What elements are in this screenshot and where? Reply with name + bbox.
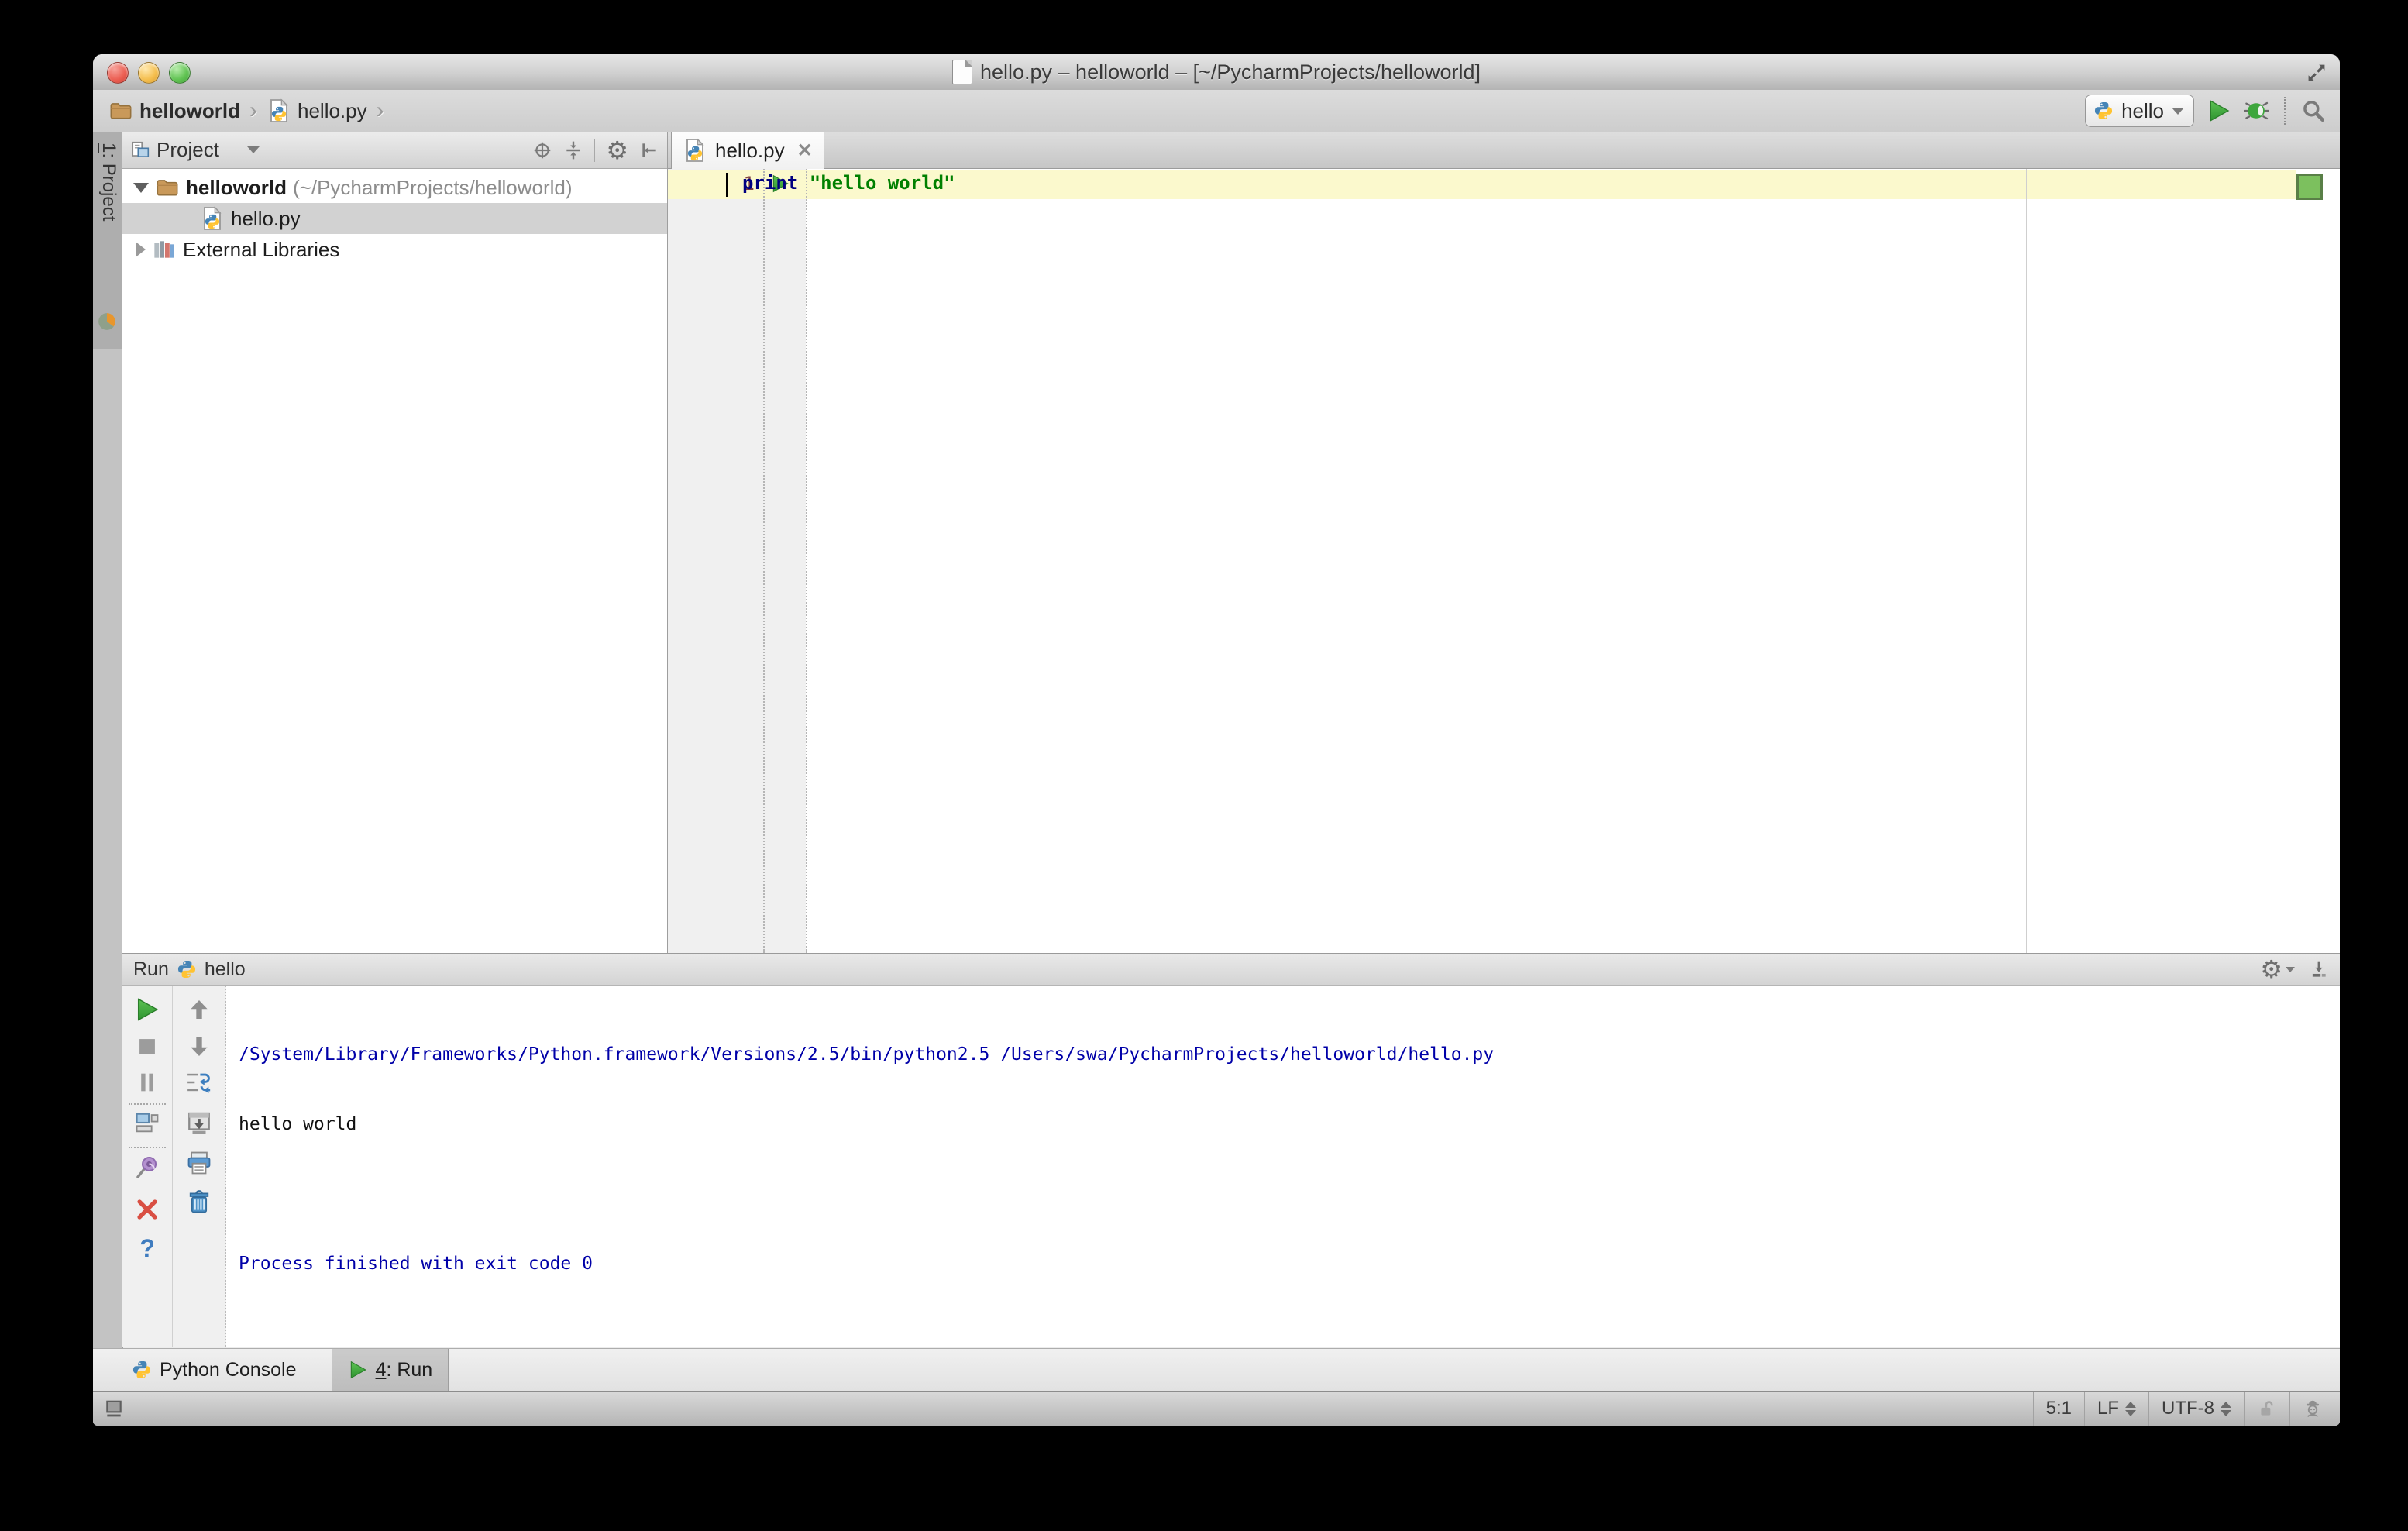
- project-stripe-label: 1: Project: [98, 143, 119, 222]
- tree-item-helloworld[interactable]: helloworld (~/PycharmProjects/helloworld…: [122, 172, 667, 203]
- prev-occurrence-button[interactable]: [186, 996, 212, 1023]
- search-button[interactable]: [2301, 98, 2326, 123]
- settings-gear-button[interactable]: ⚙: [2260, 957, 2282, 982]
- tree-item-hello-py[interactable]: hello.py: [122, 203, 667, 234]
- chevron-right-icon: ›: [249, 98, 257, 123]
- editor-area[interactable]: hello.py ✕ 1 print "hello world": [668, 132, 2340, 953]
- breadcrumb: helloworld › hello.py ›: [93, 98, 387, 124]
- library-icon: [152, 237, 177, 262]
- run-configuration-selector[interactable]: hello: [2085, 95, 2194, 127]
- run-config-name: hello: [204, 958, 246, 980]
- scroll-to-end-button[interactable]: [186, 1110, 212, 1136]
- run-tab[interactable]: 4: Run: [331, 1349, 449, 1391]
- show-console-button[interactable]: [134, 1110, 160, 1136]
- run-icon: [348, 1360, 368, 1380]
- project-tree: helloworld (~/PycharmProjects/helloworld…: [122, 172, 667, 265]
- fullscreen-icon[interactable]: [2304, 60, 2329, 85]
- breadcrumb-file[interactable]: hello.py: [298, 99, 367, 123]
- hide-toolwindow-button[interactable]: [2309, 959, 2329, 979]
- project-panel: Project ⚙ helloworld (~/PycharmProjects/…: [122, 132, 668, 953]
- debug-button[interactable]: [2244, 98, 2269, 123]
- python-file-icon: [267, 98, 291, 123]
- python-console-tab[interactable]: Python Console: [116, 1349, 312, 1391]
- folder-icon: [108, 98, 133, 123]
- left-toolwindow-stripe: 1: Project: [93, 132, 123, 1348]
- run-configuration-label: hello: [2121, 98, 2164, 122]
- titlebar[interactable]: hello.py – helloworld – [~/PycharmProjec…: [93, 54, 2340, 91]
- python-icon: [177, 959, 197, 979]
- locate-file-button[interactable]: [532, 140, 552, 160]
- python-file-icon: [200, 206, 225, 231]
- unlocked-icon: [2257, 1399, 2277, 1419]
- toolbar-separator: [2284, 97, 2286, 125]
- breadcrumb-project[interactable]: helloworld: [139, 99, 240, 123]
- stepper-icon: [2125, 1401, 2136, 1416]
- help-button[interactable]: ?: [134, 1234, 160, 1262]
- stepper-icon: [2221, 1401, 2231, 1416]
- run-button[interactable]: [2207, 98, 2231, 123]
- close-tab-icon[interactable]: ✕: [797, 139, 813, 162]
- chevron-down-icon: [2286, 966, 2295, 972]
- soft-wrap-button[interactable]: [186, 1069, 212, 1096]
- stop-button[interactable]: [134, 1034, 160, 1060]
- hector-icon: [2303, 1399, 2323, 1419]
- console-line: hello world: [239, 1114, 357, 1134]
- pause-output-button[interactable]: [134, 1069, 160, 1096]
- close-console-button[interactable]: [134, 1196, 160, 1223]
- line-separator-widget[interactable]: LF: [2083, 1392, 2148, 1426]
- project-view-icon: [130, 140, 150, 160]
- print-button[interactable]: [186, 1150, 212, 1176]
- tab-hello-py[interactable]: hello.py ✕: [671, 132, 824, 169]
- encoding-widget[interactable]: UTF-8: [2148, 1392, 2244, 1426]
- editor-tabbar: hello.py ✕: [668, 132, 2340, 169]
- code-line[interactable]: print "hello world": [742, 172, 955, 194]
- project-toolwindow-icon: [97, 311, 117, 332]
- code-string: "hello world": [809, 172, 955, 194]
- project-stripe-button[interactable]: 1: Project: [93, 132, 122, 349]
- inspections-profile-widget[interactable]: [2289, 1392, 2340, 1426]
- editor-gutter: [668, 169, 806, 953]
- inspection-status-indicator[interactable]: [2296, 174, 2323, 200]
- run-toolwindow-header[interactable]: Run hello ⚙: [122, 953, 2340, 986]
- hide-panel-button[interactable]: [639, 140, 659, 160]
- console-toolbar: ?: [122, 986, 226, 1347]
- next-occurrence-button[interactable]: [186, 1034, 212, 1060]
- text-caret: [726, 173, 728, 197]
- chevron-down-icon: [2172, 107, 2184, 115]
- console-line: Process finished with exit code 0: [239, 1254, 593, 1274]
- chevron-right-icon: ›: [376, 98, 384, 123]
- caret-position-widget[interactable]: 5:1: [2032, 1392, 2084, 1426]
- right-margin-guide: [2026, 169, 2027, 953]
- python-file-icon: [683, 138, 707, 163]
- chevron-down-icon[interactable]: [246, 146, 260, 153]
- status-bar: 5:1 LF UTF-8: [93, 1391, 2340, 1426]
- clear-console-button[interactable]: [186, 1189, 212, 1215]
- python-console-icon: [132, 1360, 152, 1380]
- navigation-bar: helloworld › hello.py › hello: [93, 90, 2340, 132]
- run-console: ? /System/Library/Frameworks/Python.fram…: [122, 986, 2340, 1347]
- rerun-button[interactable]: [134, 996, 160, 1023]
- run-toolwindow-title: Run: [133, 958, 169, 980]
- document-icon: [951, 60, 972, 84]
- window-title: hello.py – helloworld – [~/PycharmProjec…: [979, 60, 1481, 84]
- tree-item-external-libraries[interactable]: External Libraries: [122, 234, 667, 265]
- toolwindow-bar: Python Console 4: Run: [93, 1348, 2340, 1391]
- pin-tab-button[interactable]: [134, 1154, 160, 1181]
- project-path: (~/PycharmProjects/helloworld): [293, 175, 573, 199]
- project-view-dropdown[interactable]: Project: [157, 138, 219, 162]
- code-keyword: print: [742, 172, 810, 194]
- expand-toggle-icon[interactable]: [133, 182, 149, 193]
- collapse-all-button[interactable]: [563, 140, 583, 160]
- project-panel-header: Project ⚙: [122, 132, 667, 169]
- readonly-lock-widget[interactable]: [2244, 1392, 2289, 1426]
- pycharm-window: hello.py – helloworld – [~/PycharmProjec…: [93, 54, 2340, 1426]
- console-line: /System/Library/Frameworks/Python.framew…: [239, 1044, 1495, 1065]
- python-icon: [2093, 101, 2114, 121]
- folder-icon: [155, 175, 180, 200]
- toggle-toolwindows-button[interactable]: [104, 1399, 124, 1419]
- expand-toggle-icon[interactable]: [136, 242, 146, 257]
- settings-gear-button[interactable]: ⚙: [606, 138, 628, 163]
- console-output[interactable]: /System/Library/Frameworks/Python.framew…: [239, 996, 2332, 1339]
